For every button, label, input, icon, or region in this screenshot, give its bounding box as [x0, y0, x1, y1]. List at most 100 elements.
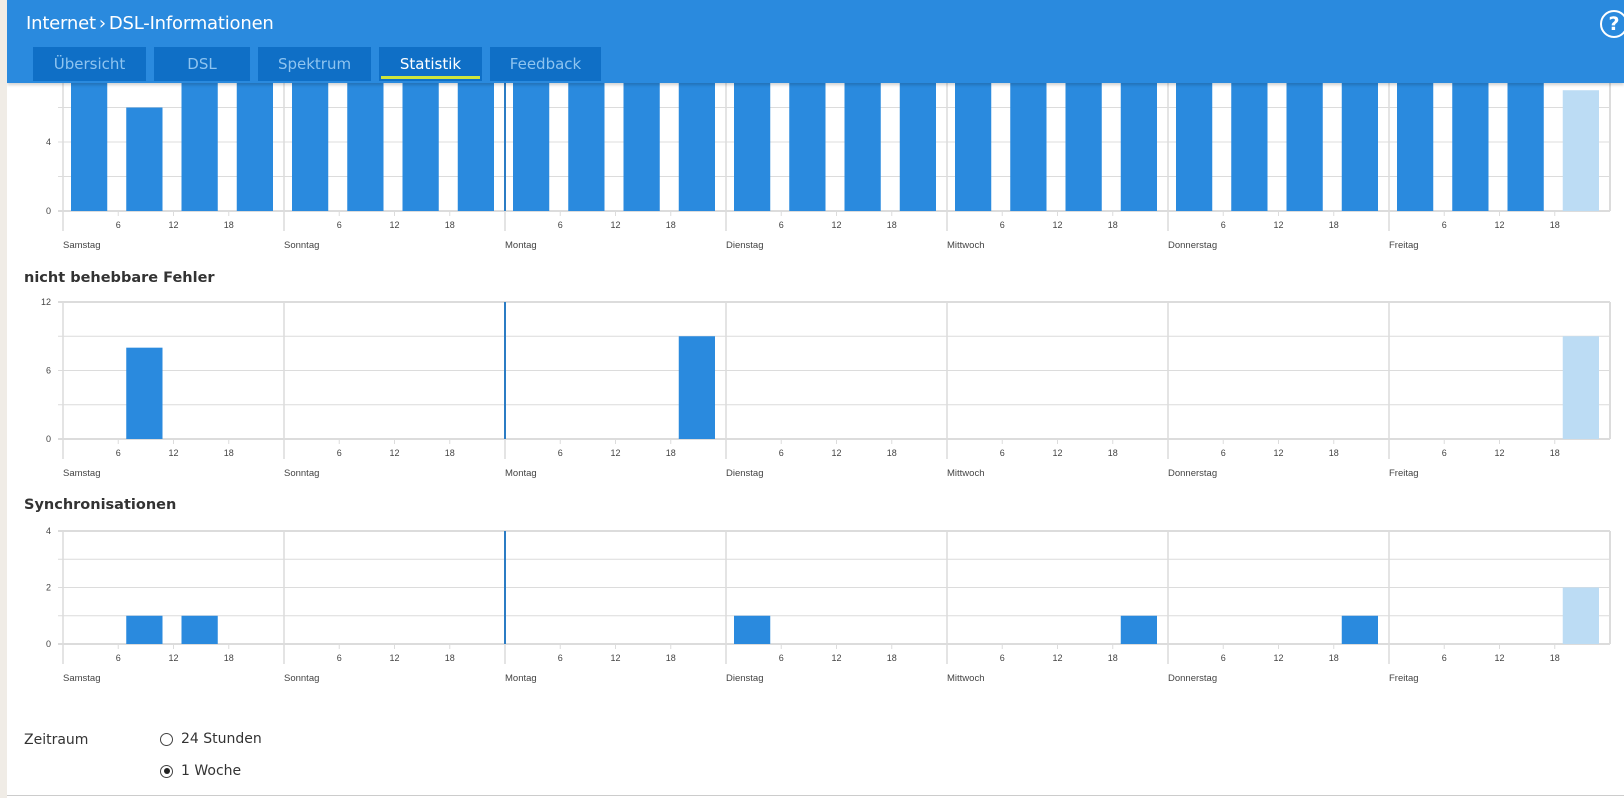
- x-tick-label: 18: [445, 653, 455, 663]
- radio-24-stunden[interactable]: 24 Stunden: [160, 731, 262, 747]
- tab-spektrum[interactable]: Spektrum: [258, 47, 371, 81]
- help-icon[interactable]: ?: [1600, 10, 1624, 38]
- x-tick-label: 6: [558, 220, 563, 230]
- bar: [126, 107, 163, 211]
- x-tick-label: 18: [1108, 653, 1118, 663]
- x-tick-label: 6: [558, 448, 563, 458]
- x-tick-label: 18: [1108, 220, 1118, 230]
- day-label: Donnerstag: [1168, 468, 1217, 479]
- bar-current-period: [1562, 587, 1599, 644]
- x-tick-label: 12: [389, 448, 399, 458]
- x-tick-label: 6: [1442, 653, 1447, 663]
- x-tick-label: 12: [831, 220, 841, 230]
- radio-button-24h[interactable]: [160, 732, 173, 746]
- day-label: Donnerstag: [1168, 673, 1217, 684]
- bar: [678, 336, 715, 439]
- day-label: Dienstag: [726, 673, 764, 684]
- bar: [181, 615, 218, 644]
- x-tick-label: 6: [779, 448, 784, 458]
- x-tick-label: 12: [1494, 448, 1504, 458]
- bar: [513, 73, 550, 211]
- bar: [734, 615, 771, 644]
- bar: [789, 73, 826, 211]
- x-tick-label: 18: [445, 220, 455, 230]
- bar: [844, 73, 881, 211]
- x-tick-label: 18: [1550, 220, 1560, 230]
- zeitraum-label: Zeitraum: [24, 732, 89, 748]
- y-tick-label: 0: [46, 639, 51, 649]
- day-label: Mittwoch: [947, 673, 984, 684]
- chart-synchronizations: 0 2 4 6 12 18 Samstag 6 12 18 Sonntag 6 12 18 Montag 6 1…: [46, 526, 1611, 684]
- day-label: Sonntag: [284, 673, 319, 684]
- bar: [181, 73, 218, 211]
- chart-uncorrectable-errors: 0 6 12 6 12 18 Samstag 6 12 18 Sonntag 6 12 18 Montag 6…: [41, 297, 1611, 479]
- x-tick-label: 18: [1329, 653, 1339, 663]
- x-tick-label: 6: [337, 220, 342, 230]
- x-tick-label: 12: [1494, 220, 1504, 230]
- x-tick-label: 12: [389, 220, 399, 230]
- breadcrumb: Internet › DSL-Informationen: [26, 13, 274, 34]
- bar: [292, 73, 329, 211]
- bar: [1397, 73, 1434, 211]
- x-tick-label: 6: [1442, 220, 1447, 230]
- x-tick-label: 18: [224, 448, 234, 458]
- x-tick-label: 18: [1329, 220, 1339, 230]
- breadcrumb-internet[interactable]: Internet: [26, 13, 96, 34]
- day-label: Montag: [505, 240, 537, 251]
- y-tick-label: 6: [46, 366, 51, 376]
- x-tick-label: 6: [1442, 448, 1447, 458]
- x-tick-label: 12: [168, 220, 178, 230]
- x-tick-label: 18: [224, 220, 234, 230]
- bar: [1341, 615, 1378, 644]
- divider: [7, 795, 1624, 796]
- x-tick-label: 6: [337, 448, 342, 458]
- tab-statistik[interactable]: Statistik: [379, 47, 482, 81]
- chart-errors-top: 0 4 6 12 18 Samstag 6 12 18 Sonntag 6 12 18 Montag 6 12…: [46, 72, 1611, 251]
- bar: [236, 73, 273, 211]
- day-label: Sonntag: [284, 468, 319, 479]
- bar: [1176, 73, 1213, 211]
- x-tick-label: 18: [1329, 448, 1339, 458]
- radio-1-woche[interactable]: 1 Woche: [160, 763, 241, 779]
- day-label: Dienstag: [726, 240, 764, 251]
- x-tick-label: 12: [1273, 220, 1283, 230]
- day-label: Samstag: [63, 240, 101, 251]
- y-tick-label: 4: [46, 526, 51, 536]
- x-tick-label: 12: [1494, 653, 1504, 663]
- x-tick-label: 12: [610, 653, 620, 663]
- x-tick-label: 18: [1550, 448, 1560, 458]
- tab-dsl[interactable]: DSL: [154, 47, 250, 81]
- x-tick-label: 12: [610, 220, 620, 230]
- x-tick-label: 6: [779, 653, 784, 663]
- day-label: Montag: [505, 673, 537, 684]
- bar: [347, 73, 384, 211]
- radio-label-1w: 1 Woche: [181, 763, 242, 779]
- bar: [457, 73, 494, 211]
- x-tick-label: 6: [1000, 220, 1005, 230]
- bar: [623, 73, 660, 211]
- x-tick-label: 18: [224, 653, 234, 663]
- day-label: Mittwoch: [947, 468, 984, 479]
- page-header: Internet › DSL-Informationen ? Übersicht D…: [7, 0, 1624, 83]
- page: 0 4 6 12 18 Samstag 6 12 18 Sonntag 6 12 18 Montag 6 12…: [7, 0, 1624, 798]
- day-label: Donnerstag: [1168, 240, 1217, 251]
- x-tick-label: 6: [116, 448, 121, 458]
- bar: [1120, 615, 1157, 644]
- bar: [1452, 73, 1489, 211]
- x-tick-label: 12: [831, 448, 841, 458]
- tab-feedback[interactable]: Feedback: [490, 47, 601, 81]
- x-tick-label: 12: [1052, 220, 1062, 230]
- x-tick-label: 6: [116, 653, 121, 663]
- day-label: Freitag: [1389, 240, 1419, 251]
- radio-label-24h: 24 Stunden: [181, 731, 262, 747]
- bar: [568, 73, 605, 211]
- x-tick-label: 18: [887, 220, 897, 230]
- tab-uebersicht[interactable]: Übersicht: [33, 47, 146, 81]
- y-tick-label: 0: [46, 206, 51, 216]
- day-label: Samstag: [63, 673, 101, 684]
- bar: [1341, 73, 1378, 211]
- y-tick-label: 12: [41, 297, 51, 307]
- radio-button-1w[interactable]: [160, 764, 173, 778]
- x-tick-label: 12: [389, 653, 399, 663]
- bar: [126, 347, 163, 439]
